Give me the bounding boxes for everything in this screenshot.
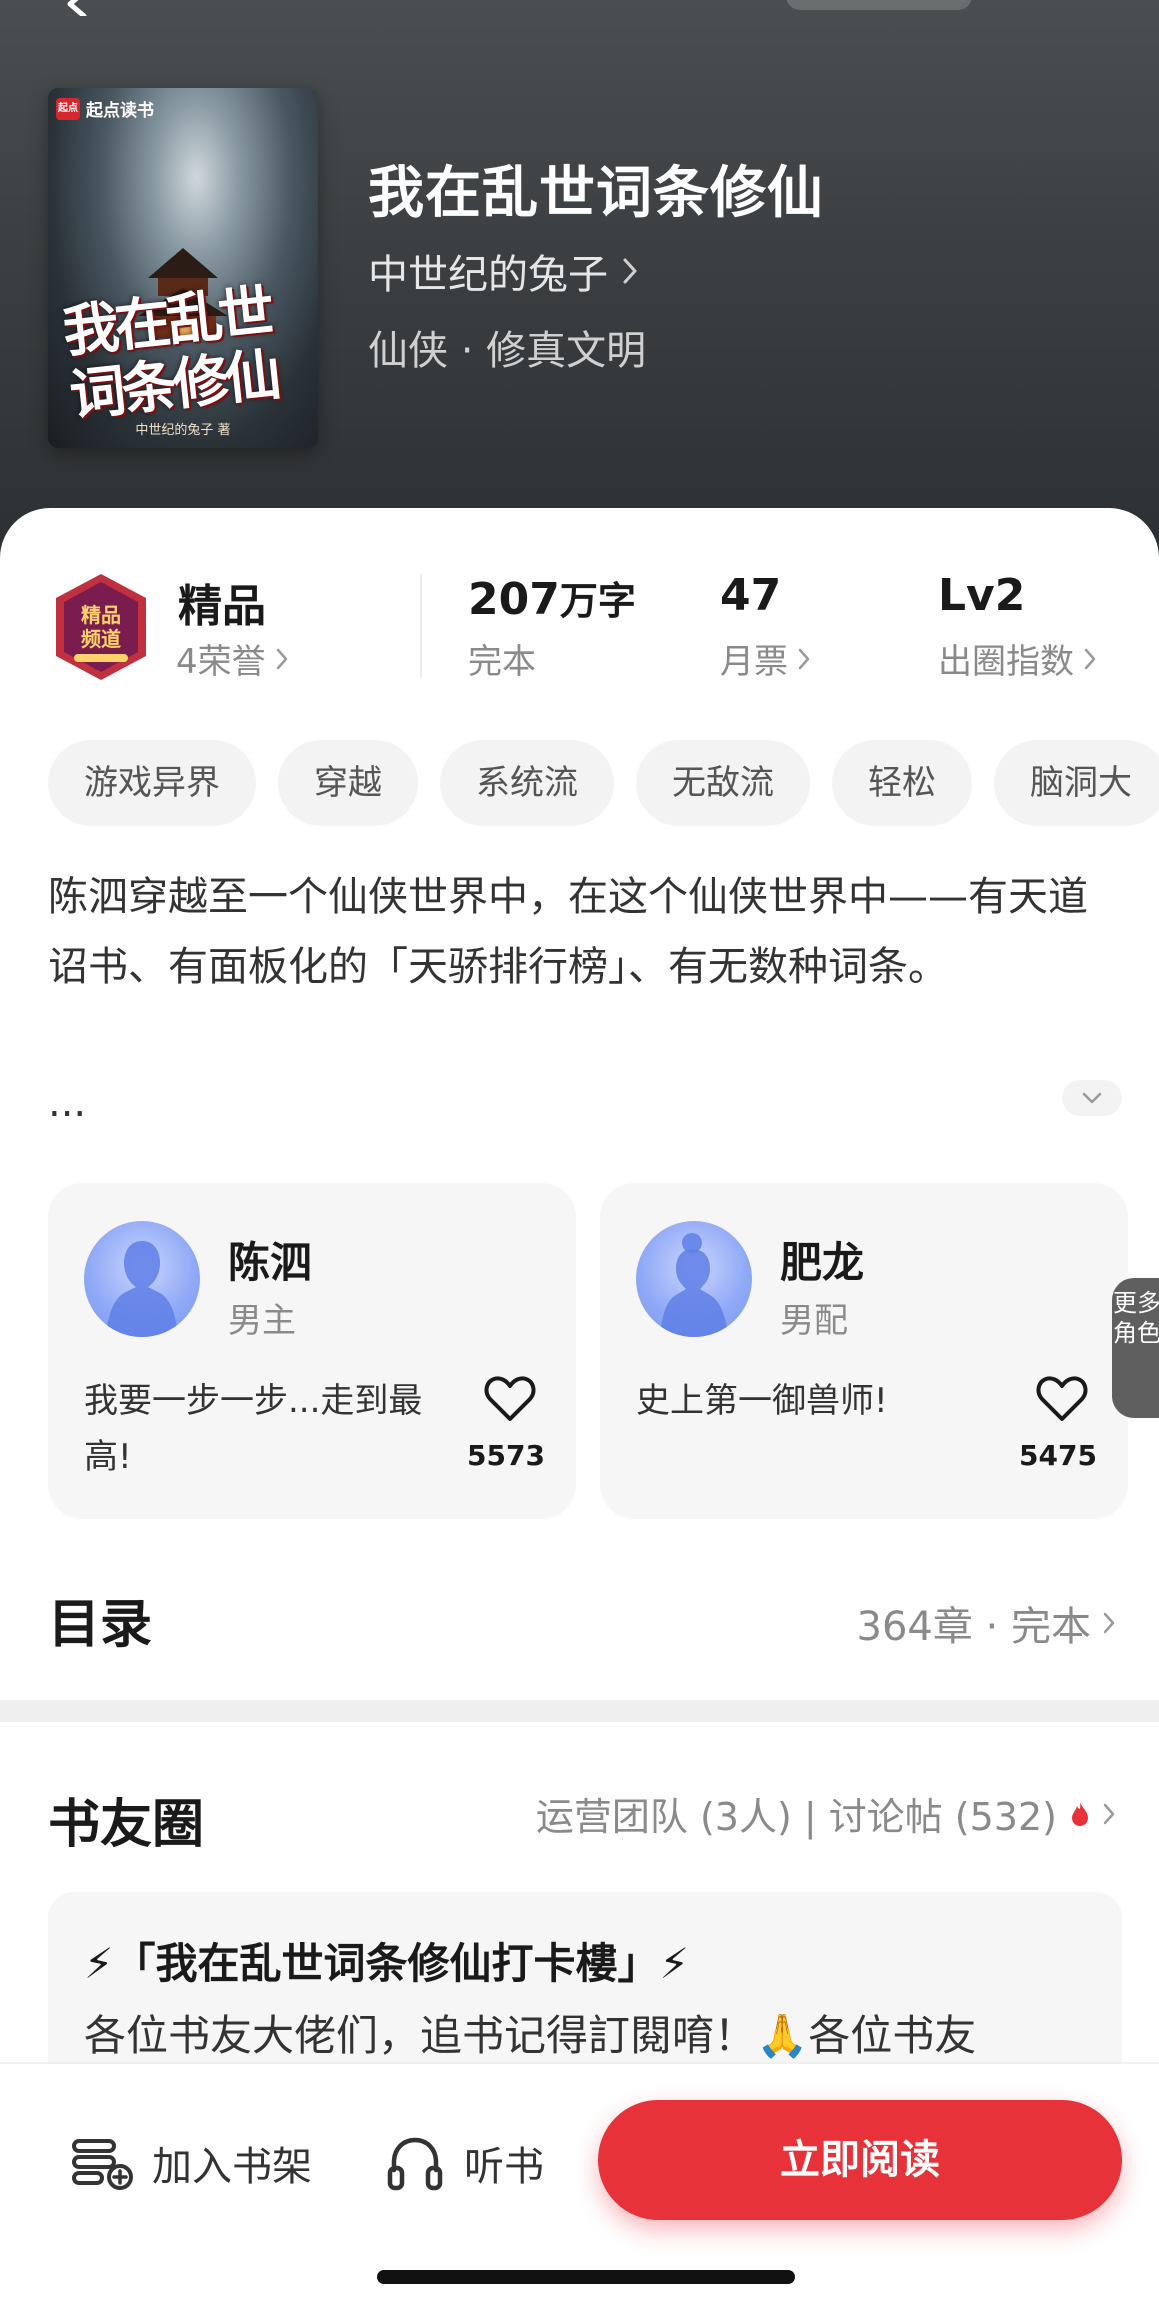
tag-chip[interactable]: 脑洞大 — [994, 740, 1159, 826]
character-avatar — [84, 1221, 200, 1337]
popularity-level: Lv2 — [938, 570, 1026, 621]
character-role: 男配 — [780, 1301, 848, 1341]
book-circle-title: 书友圈 — [48, 1795, 205, 1855]
word-count-value: 207 — [468, 574, 560, 625]
popularity-label: 出圈指数 — [938, 642, 1074, 682]
cover-brand: 起点读书 — [86, 101, 154, 121]
character-silhouette-icon — [106, 1241, 178, 1337]
heart-icon[interactable] — [1036, 1375, 1088, 1423]
chevron-right-icon — [276, 648, 287, 669]
expand-description-button[interactable] — [1062, 1080, 1122, 1116]
author-link[interactable]: 中世纪的兔子 — [368, 242, 638, 300]
character-quote: 史上第一御兽师! — [636, 1381, 888, 1421]
tag-chip[interactable]: 游戏异界 — [48, 740, 256, 826]
monthly-ticket-link[interactable]: 月票 — [720, 634, 810, 683]
back-arrow-icon[interactable] — [62, 0, 102, 16]
toc-link[interactable]: 364章 · 完本 — [857, 1594, 1116, 1652]
tag-list: 游戏异界 穿越 系统流 无敌流 轻松 脑洞大 — [48, 740, 1159, 830]
toc-meta: 364章 · 完本 — [856, 1604, 1092, 1650]
book-description: 陈泗穿越至一个仙侠世界中，在这个仙侠世界中——有天道诏书、有面板化的「天骄排行榜… — [48, 874, 1088, 990]
book-circle-link[interactable]: 运营团队 (3人) | 讨论帖 (532) — [536, 1786, 1115, 1841]
cover-brand-badge: 起点 起点读书 — [56, 96, 154, 121]
tag-chip[interactable]: 无敌流 — [636, 740, 810, 826]
cover-title-art: 我在乱世词条修仙 — [59, 277, 281, 429]
character-card[interactable]: 陈泗 男主 我要一步一步...走到最高! 5573 — [48, 1183, 576, 1519]
chevron-right-icon — [1084, 648, 1096, 669]
quality-medal-icon[interactable]: 精品 频道 — [50, 572, 152, 682]
book-circle-meta: 运营团队 (3人) | 讨论帖 (532) — [535, 1795, 1057, 1839]
completion-status-text: 完本 — [468, 642, 536, 682]
popularity-link[interactable]: 出圈指数 — [938, 634, 1096, 683]
chevron-right-icon — [1103, 1612, 1115, 1634]
headphones-icon — [387, 2137, 443, 2191]
character-role: 男主 — [228, 1301, 296, 1341]
like-count: 5475 — [1019, 1439, 1097, 1472]
honors-link[interactable]: 4荣誉 — [176, 634, 288, 683]
monthly-ticket-label: 月票 — [720, 642, 788, 682]
tag-chip[interactable]: 穿越 — [278, 740, 418, 826]
home-indicator[interactable] — [377, 2270, 795, 2284]
post-body: 各位书友大佬们，追书记得訂閱唷！🙏各位书友 — [84, 2011, 977, 2060]
add-to-shelf-button[interactable]: 加入书架 — [70, 2134, 312, 2192]
book-title: 我在乱世词条修仙 — [368, 161, 824, 226]
character-silhouette-icon — [660, 1233, 728, 1337]
svg-text:精品: 精品 — [81, 603, 121, 627]
listen-button[interactable]: 听书 — [386, 2134, 544, 2192]
monthly-ticket-count: 47 — [720, 570, 782, 621]
character-card[interactable]: 肥龙 男配 史上第一御兽师! 5475 — [600, 1183, 1128, 1519]
book-stats-row: 精品 频道 精品 4荣誉 207万字 完本 47 月票 Lv2 出圈指数 — [0, 564, 1159, 694]
tag-chip[interactable]: 系统流 — [440, 740, 614, 826]
character-name: 肥龙 — [780, 1238, 865, 1287]
listen-label: 听书 — [464, 2144, 544, 2190]
book-genre: 仙侠 · 修真文明 — [368, 328, 647, 374]
character-name: 陈泗 — [228, 1238, 313, 1287]
chevron-right-icon — [1103, 1803, 1115, 1824]
cover-author-mark: 中世纪的兔子 著 — [135, 423, 231, 438]
toc-title: 目录 — [48, 1595, 153, 1655]
tag-chip[interactable]: 轻松 — [832, 740, 972, 826]
add-shelf-icon — [72, 2139, 133, 2190]
completion-status: 完本 — [468, 634, 536, 683]
top-action-pill[interactable] — [786, 0, 972, 10]
add-to-shelf-label: 加入书架 — [152, 2144, 312, 2190]
chevron-down-icon — [1082, 1092, 1102, 1104]
post-title: ⚡「我在乱世词条修仙打卡樓」⚡ — [84, 1939, 689, 1988]
stats-divider — [420, 574, 422, 678]
svg-text:频道: 频道 — [81, 627, 121, 651]
read-now-button[interactable]: 立即阅读 — [598, 2100, 1122, 2220]
quality-label: 精品 — [178, 581, 266, 632]
more-roles-tab[interactable]: 更多角色 — [1112, 1278, 1159, 1418]
book-cover[interactable]: 起点 起点读书 我在乱世词条修仙 中世纪的兔子 著 — [48, 88, 318, 448]
fire-icon — [1072, 1801, 1088, 1826]
chevron-right-icon — [798, 648, 810, 669]
description-ellipsis: ... — [48, 1080, 87, 1126]
book-header: 起点 起点读书 我在乱世词条修仙 中世纪的兔子 著 我在乱世词条修仙 中世纪的兔… — [0, 0, 1159, 560]
like-count: 5573 — [467, 1439, 545, 1472]
character-quote: 我要一步一步...走到最高! — [84, 1381, 423, 1477]
section-divider — [0, 1700, 1159, 1722]
heart-icon[interactable] — [484, 1375, 536, 1423]
qidian-logo-icon: 起点 — [56, 97, 80, 120]
author-name: 中世纪的兔子 — [368, 252, 608, 298]
word-count: 207万字 — [468, 570, 636, 625]
chevron-right-icon — [623, 258, 637, 284]
honors-count: 4荣誉 — [176, 642, 266, 682]
character-avatar — [636, 1221, 752, 1337]
word-count-unit: 万字 — [559, 579, 636, 623]
